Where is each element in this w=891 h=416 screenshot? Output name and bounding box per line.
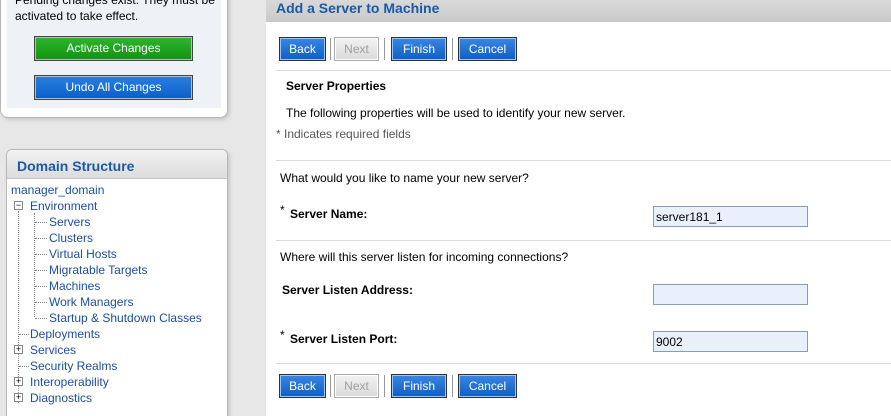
divider: [276, 363, 891, 364]
page-header: Add a Server to Machine: [266, 0, 891, 22]
server-name-input[interactable]: [653, 206, 808, 227]
button-separator: [330, 375, 331, 397]
next-button-bottom[interactable]: Next: [334, 374, 379, 398]
main-content: Add a Server to Machine Back Next Finish…: [266, 0, 891, 416]
server-name-label: Server Name:: [290, 207, 368, 221]
tree-connector: [35, 270, 47, 271]
required-asterisk: *: [280, 328, 285, 342]
page: Pending changes exist. They must be acti…: [0, 0, 891, 416]
tree-root-link[interactable]: manager_domain: [11, 183, 104, 197]
tree-connector: [19, 334, 29, 335]
tree-item-deployments[interactable]: Deployments: [30, 327, 100, 341]
required-asterisk: *: [280, 203, 285, 217]
activate-changes-button[interactable]: Activate Changes: [34, 36, 193, 61]
listen-question: Where will this server listen for incomi…: [280, 250, 569, 264]
pending-changes-text: Pending changes exist. They must be acti…: [15, 0, 215, 23]
tree-item-work-managers[interactable]: Work Managers: [49, 295, 133, 309]
diagnostics-expand-icon[interactable]: +: [14, 393, 23, 402]
environment-collapse-icon[interactable]: −: [14, 201, 23, 210]
button-separator: [452, 38, 453, 60]
tree-root-guide-line: [18, 211, 19, 403]
tree-connector: [35, 222, 47, 223]
domain-structure-box: Domain Structure manager_domain − Enviro…: [6, 149, 228, 416]
button-separator: [452, 375, 453, 397]
cancel-button-top[interactable]: Cancel: [458, 37, 517, 61]
listen-address-input[interactable]: [653, 284, 808, 305]
tree-item-servers[interactable]: Servers: [49, 215, 90, 229]
tree-item-startup-shutdown-classes[interactable]: Startup & Shutdown Classes: [49, 311, 202, 325]
undo-all-changes-button[interactable]: Undo All Changes: [34, 75, 193, 100]
change-center-panel: Pending changes exist. They must be acti…: [0, 0, 228, 118]
tree-item-security-realms[interactable]: Security Realms: [30, 359, 117, 373]
button-separator: [330, 38, 331, 60]
tree-item-environment[interactable]: Environment: [30, 199, 97, 213]
tree-connector: [35, 254, 47, 255]
tree-item-clusters[interactable]: Clusters: [49, 231, 93, 245]
section-description: The following properties will be used to…: [286, 106, 626, 120]
divider: [276, 70, 891, 71]
tree-connector: [35, 286, 47, 287]
tree-connector: [35, 238, 47, 239]
domain-structure-title: Domain Structure: [7, 150, 227, 179]
domain-structure-panel: Domain Structure manager_domain − Enviro…: [0, 141, 236, 416]
button-separator: [384, 38, 385, 60]
tree-item-services[interactable]: Services: [30, 343, 76, 357]
listen-port-label: Server Listen Port:: [290, 332, 398, 346]
tree-connector: [19, 366, 29, 367]
required-fields-note: * Indicates required fields: [276, 127, 411, 141]
section-title: Server Properties: [286, 79, 387, 93]
tree-connector: [35, 318, 47, 319]
tree-item-machines[interactable]: Machines: [49, 279, 100, 293]
finish-button-bottom[interactable]: Finish: [391, 374, 447, 398]
page-title: Add a Server to Machine: [276, 0, 440, 16]
tree-item-interoperability[interactable]: Interoperability: [30, 375, 109, 389]
button-separator: [384, 375, 385, 397]
tree-item-diagnostics[interactable]: Diagnostics: [30, 391, 92, 405]
back-button-bottom[interactable]: Back: [279, 374, 326, 398]
interoperability-expand-icon[interactable]: +: [14, 377, 23, 386]
listen-port-input[interactable]: [653, 331, 808, 352]
services-expand-icon[interactable]: +: [14, 345, 23, 354]
divider: [276, 160, 891, 161]
listen-address-label: Server Listen Address:: [282, 283, 413, 297]
tree-item-virtual-hosts[interactable]: Virtual Hosts: [49, 247, 117, 261]
back-button-top[interactable]: Back: [279, 37, 326, 61]
divider: [276, 240, 891, 241]
tree-item-migratable-targets[interactable]: Migratable Targets: [49, 263, 148, 277]
tree-connector: [35, 302, 47, 303]
finish-button-top[interactable]: Finish: [391, 37, 447, 61]
next-button-top[interactable]: Next: [334, 37, 379, 61]
name-question: What would you like to name your new ser…: [280, 171, 529, 185]
cancel-button-bottom[interactable]: Cancel: [458, 374, 517, 398]
